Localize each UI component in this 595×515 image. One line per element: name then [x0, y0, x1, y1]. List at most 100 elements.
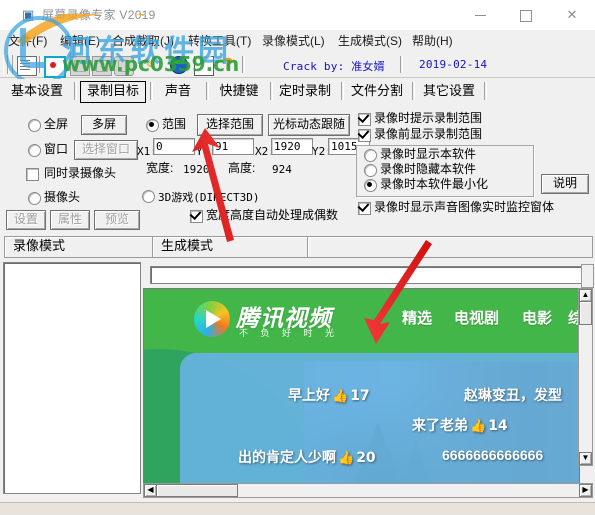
- danmaku-item: 来了老弟 👍 14: [412, 415, 508, 435]
- tab-file-split[interactable]: 文件分割: [346, 81, 408, 101]
- disabled-frame-icon-1: [70, 56, 90, 76]
- app-icon: ▣: [22, 7, 35, 22]
- label-window-mode: 窗口: [44, 142, 69, 156]
- menu-generate[interactable]: 生成模式(S): [338, 33, 402, 49]
- danmaku-item: 出的肯定人少啊 👍 20: [238, 447, 376, 467]
- tab-divider-3: [206, 82, 209, 100]
- tab-record-target[interactable]: 录制目标: [80, 81, 146, 103]
- menu-help[interactable]: 帮助(H): [412, 33, 453, 49]
- mode-tab-filler: [307, 236, 593, 258]
- preview-vscrollbar[interactable]: ▲ ▼: [578, 288, 593, 466]
- radio-minimize-software[interactable]: [364, 179, 377, 192]
- select-range-button[interactable]: 选择范围: [197, 114, 263, 136]
- radio-range[interactable]: [146, 119, 159, 132]
- mode-tab-generate[interactable]: 生成模式: [152, 236, 317, 258]
- help-icon[interactable]: ?: [219, 56, 237, 74]
- camera-settings-button[interactable]: 设置: [6, 210, 46, 230]
- url-scrollbar[interactable]: [581, 264, 594, 288]
- new-document-icon[interactable]: [17, 56, 37, 76]
- scroll-right-button[interactable]: ▶: [579, 484, 592, 497]
- pencil-icon[interactable]: ✎: [140, 56, 158, 74]
- select-window-button[interactable]: 选择窗口: [74, 140, 138, 160]
- maximize-button[interactable]: [503, 0, 549, 30]
- nav-featured[interactable]: 精选: [402, 307, 432, 328]
- checkbox-monitor-window[interactable]: [358, 202, 371, 215]
- crack-by-text: Crack by: 准女婿: [283, 60, 385, 73]
- tab-basic-settings[interactable]: 基本设置: [6, 81, 68, 101]
- x2-input[interactable]: 1920: [271, 138, 313, 155]
- danmaku-likes: 14: [488, 418, 508, 434]
- hscroll-thumb[interactable]: [156, 484, 238, 497]
- tab-other-settings[interactable]: 其它设置: [418, 81, 480, 101]
- status-bar: [0, 502, 595, 515]
- close-button[interactable]: ✕: [549, 0, 595, 30]
- multiscreen-button[interactable]: 多屏: [81, 115, 127, 135]
- url-input[interactable]: [150, 266, 584, 284]
- menu-record[interactable]: 录像模式(L): [262, 33, 325, 49]
- label-width: 宽度:: [146, 161, 174, 175]
- radio-camera[interactable]: [28, 192, 41, 205]
- help-explain-button[interactable]: 说明: [541, 174, 589, 194]
- y1-input[interactable]: 91: [212, 138, 254, 155]
- menu-convert[interactable]: 转换工具(T): [188, 33, 251, 49]
- mail-icon[interactable]: [194, 56, 214, 76]
- radio-window-mode[interactable]: [28, 144, 41, 157]
- menu-bar: 文件(F) 编辑(E) 合成截取(J) 转换工具(T) 录像模式(L) 生成模式…: [0, 30, 595, 52]
- tab-divider-1: [74, 82, 77, 100]
- danmaku-likes: 17: [350, 388, 370, 404]
- checkbox-show-range-before[interactable]: [358, 129, 371, 142]
- checkbox-auto-even[interactable]: [190, 210, 203, 223]
- camera-preview-button[interactable]: 预览: [94, 210, 140, 230]
- tab-timed-record[interactable]: 定时录制: [274, 81, 336, 101]
- tab-sound[interactable]: 声音: [156, 81, 200, 101]
- tab-hotkeys[interactable]: 快捷键: [212, 81, 266, 101]
- record-icon[interactable]: [44, 56, 66, 78]
- title-bar: ▣ 屏幕录像专家 V2019 ✕: [0, 0, 595, 31]
- radio-hide-software[interactable]: [364, 164, 377, 177]
- value-width: 1920: [183, 163, 210, 176]
- crack-date-text: 2019-02-14: [419, 58, 488, 71]
- preview-hscrollbar[interactable]: ◀ ▶: [143, 483, 593, 498]
- minimize-button[interactable]: [457, 0, 503, 30]
- application-window: ▣ 屏幕录像专家 V2019 ✕ 文件(F) 编辑(E) 合成截取(J) 转换工…: [0, 0, 595, 515]
- menu-compose[interactable]: 合成截取(J): [112, 33, 174, 49]
- label-auto-even: 宽度高度自动处理成偶数: [206, 208, 339, 222]
- nav-tvseries[interactable]: 电视剧: [454, 307, 499, 328]
- toolbar-grip-2[interactable]: [8, 55, 13, 74]
- vscroll-thumb[interactable]: [579, 301, 592, 325]
- label-d3d: 3D游戏(DIRECT3D): [158, 191, 260, 204]
- menu-edit[interactable]: 编辑(E): [60, 33, 100, 49]
- globe-icon[interactable]: [170, 56, 188, 74]
- tencent-video-logo-icon: [194, 301, 230, 337]
- thumbs-up-icon: 👍: [338, 450, 355, 465]
- label-show-range-before: 录像前显示录制范围: [374, 127, 483, 141]
- mode-tab-record[interactable]: 录像模式: [4, 236, 162, 258]
- tab-divider-6: [412, 82, 415, 100]
- checkbox-prompt-range[interactable]: [358, 113, 371, 126]
- checkbox-record-camera-too[interactable]: [26, 168, 39, 181]
- file-list-box[interactable]: [3, 262, 141, 494]
- thumbs-up-icon: 👍: [332, 388, 349, 403]
- danmaku-item: 6666666666666: [442, 447, 543, 463]
- radio-show-software[interactable]: [364, 149, 377, 162]
- x1-input[interactable]: 0: [153, 138, 195, 155]
- cursor-follow-button[interactable]: 光标动态跟随: [268, 114, 350, 136]
- radio-d3d[interactable]: [142, 190, 155, 203]
- brand-slogan: 不 负 好 时 光: [239, 328, 340, 338]
- label-hide-software: 录像时隐藏本软件: [380, 162, 477, 176]
- scroll-down-button[interactable]: ▼: [579, 452, 592, 465]
- toolbar-separator-1: [39, 56, 42, 73]
- danmaku-text: 6666666666666: [442, 447, 544, 463]
- danmaku-item: 赵琳变丑，发型: [464, 385, 562, 405]
- video-preview[interactable]: 腾讯视频 不 负 好 时 光 精选 电视剧 电影 综 早上好👍17 赵琳变丑，发…: [143, 288, 580, 485]
- menu-file[interactable]: 文件(F): [8, 33, 47, 49]
- nav-movies[interactable]: 电影: [522, 307, 552, 328]
- toolbar: ✎ ? Crack by: 准女婿 2019-02-14: [0, 52, 595, 78]
- tab-divider-5: [341, 82, 344, 100]
- label-monitor-window: 录像时显示声音图像实时监控窗体: [374, 200, 555, 214]
- radio-fullscreen[interactable]: [28, 119, 41, 132]
- toolbar-separator-3: [400, 56, 403, 73]
- camera-properties-button[interactable]: 属性: [50, 210, 90, 230]
- tab-divider-4: [270, 82, 273, 100]
- record-target-panel: 全屏 多屏 窗口 选择窗口 同时录摄像头 摄像头 设置 属性 预览 范围 选择范…: [0, 104, 595, 232]
